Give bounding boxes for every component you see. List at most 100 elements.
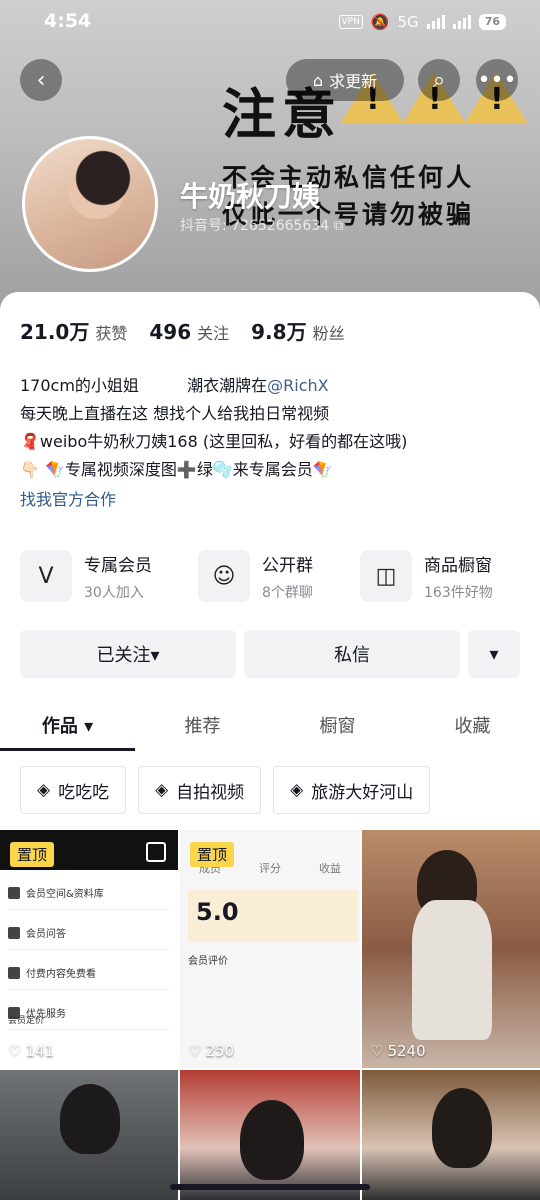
- thumb-footer: 会员定价: [8, 1016, 45, 1026]
- bio-line-2: 每天晚上直播在这 想找个人给我拍日常视频: [20, 404, 330, 423]
- request-update-button[interactable]: ⌂ 求更新: [286, 59, 404, 101]
- stat-label: 获赞: [95, 324, 128, 343]
- chip-collection[interactable]: ◈ 旅游大好河山: [273, 766, 431, 814]
- search-button[interactable]: ⌕: [418, 59, 460, 101]
- post-thumbnail[interactable]: ♡ 5240: [362, 830, 540, 1068]
- shop-bag-icon: ◫: [360, 550, 412, 602]
- business-contact-link[interactable]: 找我官方合作: [20, 486, 520, 514]
- post-thumbnail[interactable]: [362, 1070, 540, 1200]
- chip-collection[interactable]: ◈ 吃吃吃: [20, 766, 127, 814]
- stats-row: 21.0万 获赞 496 关注 9.8万 粉丝: [20, 316, 345, 345]
- feature-sub: 30人加入: [84, 584, 144, 601]
- network-label: 5G: [397, 13, 419, 31]
- douyin-id[interactable]: 抖音号: 72652665634 ⧉: [180, 215, 344, 235]
- stack-icon: ◈: [155, 780, 169, 800]
- bio-text: 170cm的小姐姐: [20, 376, 139, 395]
- more-dots-icon: •••: [477, 67, 517, 93]
- tab-favorites[interactable]: 收藏: [405, 700, 540, 750]
- bio-line-3: 🧣weibo牛奶秋刀姨168 (这里回私，好看的都在这哦): [20, 432, 408, 451]
- feature-shop[interactable]: ◫ 商品橱窗 163件好物: [360, 550, 493, 602]
- feature-sub: 8个群聊: [262, 584, 313, 601]
- stat-likes[interactable]: 21.0万 获赞: [20, 316, 127, 345]
- stat-following[interactable]: 496 关注: [149, 320, 229, 344]
- thumb-score: 5.0: [188, 890, 358, 942]
- bio: 170cm的小姐姐 潮衣潮牌在@RichX 每天晚上直播在这 想找个人给我拍日常…: [20, 372, 520, 514]
- following-button[interactable]: 已关注▾: [20, 630, 236, 678]
- vpn-icon: VPN: [338, 15, 363, 29]
- battery-icon: 76: [478, 14, 506, 30]
- stack-icon: ◈: [290, 780, 304, 800]
- chip-label: 自拍视频: [176, 782, 245, 803]
- collection-chips: ◈ 吃吃吃 ◈ 自拍视频 ◈ 旅游大好河山: [20, 766, 431, 814]
- expand-button[interactable]: ▾: [468, 630, 520, 678]
- feature-title: 公开群: [262, 555, 313, 576]
- signal-icon-2: [452, 15, 471, 29]
- chat-group-icon: ☺: [198, 550, 250, 602]
- feature-title: 专属会员: [84, 555, 152, 576]
- photo-subject: [432, 1088, 492, 1168]
- stat-followers[interactable]: 9.8万 粉丝: [251, 316, 344, 345]
- pinned-badge: 置顶: [10, 842, 55, 867]
- douyin-id-text: 抖音号: 72652665634: [180, 218, 330, 234]
- post-likes: ♡ 250: [188, 1042, 235, 1060]
- mute-icon: 🔕: [370, 13, 390, 31]
- thumb-row: 付费内容免费看: [8, 956, 170, 990]
- stack-icon: ◈: [37, 780, 51, 800]
- stat-value: 9.8万: [251, 320, 307, 344]
- feature-row: V 专属会员 30人加入 ☺ 公开群 8个群聊 ◫ 商品橱窗 163件好物: [20, 550, 520, 602]
- status-bar: 4:54 VPN 🔕 5G 76: [0, 0, 540, 46]
- heart-icon: ♡: [188, 1042, 202, 1060]
- stat-value: 21.0万: [20, 320, 90, 344]
- more-button[interactable]: •••: [476, 59, 518, 101]
- bell-icon: ⌂: [312, 70, 324, 90]
- gallery-icon: [146, 842, 166, 862]
- pinned-badge: 置顶: [190, 842, 235, 867]
- post-thumbnail[interactable]: [0, 1070, 178, 1200]
- signal-icon: [426, 15, 445, 29]
- photo-subject: [60, 1084, 120, 1154]
- chip-label: 吃吃吃: [58, 782, 110, 803]
- bio-line-4: 👇🏻 🪁专属视频深度图➕绿🫧来专属会员🪁: [20, 460, 333, 479]
- status-time: 4:54: [44, 10, 92, 32]
- avatar[interactable]: [22, 136, 158, 272]
- thumb-row: 会员空间&资料库: [8, 876, 170, 910]
- action-row: 已关注▾ 私信 ▾: [20, 630, 520, 678]
- tab-showcase[interactable]: 橱窗: [270, 700, 405, 750]
- post-likes: ♡ 5240: [370, 1042, 426, 1060]
- post-thumbnail[interactable]: 会员空间&资料库 会员问答 付费内容免费看 优先服务 会员定价 置顶 ♡ 141: [0, 830, 178, 1068]
- search-icon: ⌕: [432, 67, 446, 93]
- tab-recommend[interactable]: 推荐: [135, 700, 270, 750]
- heart-icon: ♡: [8, 1042, 22, 1060]
- profile-header: 4:54 VPN 🔕 5G 76 注意 ! ! ! 不会主动私信任何人 仅此一个…: [0, 0, 540, 330]
- request-update-label: 求更新: [329, 72, 378, 91]
- membership-icon: V: [20, 550, 72, 602]
- thumb-section: 会员评价: [188, 956, 228, 967]
- chevron-left-icon: ‹: [36, 67, 46, 93]
- bio-text: 潮衣潮牌在: [187, 376, 268, 395]
- back-button[interactable]: ‹: [20, 59, 62, 101]
- post-likes: ♡ 141: [8, 1042, 55, 1060]
- message-button[interactable]: 私信: [244, 630, 460, 678]
- post-thumbnail[interactable]: [180, 1070, 360, 1200]
- photo-subject: [240, 1100, 304, 1180]
- post-thumbnail[interactable]: 成员 评分 收益 5.0 会员评价 置顶 ♡ 250: [180, 830, 360, 1068]
- feature-group[interactable]: ☺ 公开群 8个群聊: [198, 550, 360, 602]
- feature-membership[interactable]: V 专属会员 30人加入: [20, 550, 198, 602]
- content-tabs: 作品 ▾ 推荐 橱窗 收藏: [0, 700, 540, 751]
- profile-card: 21.0万 获赞 496 关注 9.8万 粉丝 170cm的小姐姐 潮衣潮牌在@Ric…: [0, 292, 540, 1200]
- mention-link[interactable]: @RichX: [267, 376, 328, 395]
- stat-label: 关注: [197, 324, 230, 343]
- thumb-row: 会员问答: [8, 916, 170, 950]
- chip-label: 旅游大好河山: [311, 782, 414, 803]
- post-grid: 会员空间&资料库 会员问答 付费内容免费看 优先服务 会员定价 置顶 ♡ 141 …: [0, 830, 540, 1200]
- tab-works[interactable]: 作品 ▾: [0, 700, 135, 751]
- chip-collection[interactable]: ◈ 自拍视频: [138, 766, 262, 814]
- stat-label: 粉丝: [312, 324, 345, 343]
- feature-title: 商品橱窗: [424, 555, 492, 576]
- feature-sub: 163件好物: [424, 584, 493, 601]
- bio-line-1: 170cm的小姐姐 潮衣潮牌在@RichX: [20, 372, 520, 400]
- copy-icon[interactable]: ⧉: [334, 218, 344, 234]
- home-indicator[interactable]: [170, 1184, 370, 1190]
- photo-subject-body: [412, 900, 492, 1040]
- heart-icon: ♡: [370, 1042, 384, 1060]
